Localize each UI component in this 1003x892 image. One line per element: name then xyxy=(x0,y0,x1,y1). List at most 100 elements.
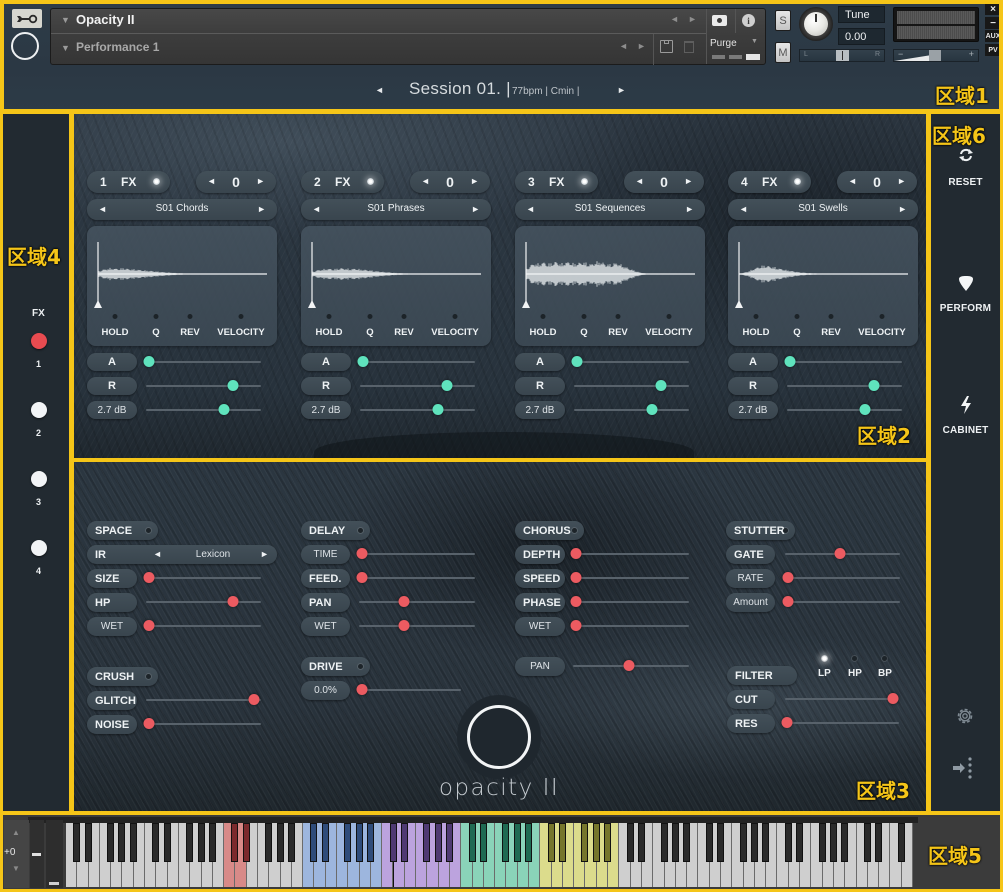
slider-thumb[interactable] xyxy=(248,694,260,705)
slider-thumb[interactable] xyxy=(357,356,369,367)
mute-button[interactable]: M xyxy=(775,42,791,63)
black-key[interactable] xyxy=(107,823,115,862)
rev-toggle-dot[interactable] xyxy=(187,314,193,319)
black-key[interactable] xyxy=(717,823,724,862)
slider-thumb[interactable] xyxy=(570,548,582,559)
black-key[interactable] xyxy=(818,823,826,862)
time-slider[interactable] xyxy=(356,548,475,560)
rev-toggle-dot[interactable] xyxy=(828,314,834,319)
black-key[interactable] xyxy=(660,823,668,862)
hp-slider[interactable] xyxy=(146,596,261,608)
octave-down-arrow[interactable]: ▼ xyxy=(12,864,20,873)
filter-mode-bp[interactable]: BP xyxy=(878,668,892,679)
preset-next-arrow[interactable]: ► xyxy=(685,204,694,214)
black-key[interactable] xyxy=(344,823,352,862)
black-key[interactable] xyxy=(231,823,239,862)
black-key[interactable] xyxy=(581,823,589,862)
black-key[interactable] xyxy=(152,823,160,862)
waveform-display[interactable]: HOLD Q REV VELOCITY xyxy=(301,226,491,346)
delay-toggle[interactable]: DELAY xyxy=(301,521,370,540)
minimize-button[interactable]: − xyxy=(985,17,1001,29)
slider-thumb[interactable] xyxy=(441,380,453,391)
slider-thumb[interactable] xyxy=(887,693,899,704)
velocity-toggle-dot[interactable] xyxy=(879,314,885,319)
black-key[interactable] xyxy=(558,823,566,862)
layer-preset-selector[interactable]: ◄ S01 Swells ► xyxy=(728,199,918,220)
session-prev-button[interactable]: ◄ xyxy=(375,85,384,95)
phase-slider[interactable] xyxy=(570,596,689,608)
black-key[interactable] xyxy=(671,823,679,862)
master-pan-slider[interactable] xyxy=(573,660,689,672)
black-key[interactable] xyxy=(547,823,555,862)
black-key[interactable] xyxy=(287,823,295,862)
preset-next-arrow[interactable]: ► xyxy=(898,204,907,214)
black-key[interactable] xyxy=(875,823,883,862)
layer-preset-selector[interactable]: ◄ S01 Phrases ► xyxy=(301,199,491,220)
attack-slider[interactable] xyxy=(357,356,475,368)
black-key[interactable] xyxy=(129,823,137,862)
q-label[interactable]: Q xyxy=(366,327,373,338)
black-key[interactable] xyxy=(276,823,284,862)
slider-thumb[interactable] xyxy=(143,572,155,583)
chorus-wet-slider[interactable] xyxy=(570,620,689,632)
close-button[interactable]: × xyxy=(985,3,1001,15)
slider-thumb[interactable] xyxy=(781,717,793,728)
chorus-toggle[interactable]: CHORUS xyxy=(515,521,584,540)
attack-slider[interactable] xyxy=(571,356,689,368)
q-toggle-dot[interactable] xyxy=(581,314,587,319)
black-key[interactable] xyxy=(73,823,81,862)
filter-mode-hp[interactable]: HP xyxy=(848,668,862,679)
velocity-toggle-dot[interactable] xyxy=(452,314,458,319)
slider-thumb[interactable] xyxy=(570,620,582,631)
slider-thumb[interactable] xyxy=(398,620,410,631)
rev-label[interactable]: REV xyxy=(608,327,628,338)
velocity-toggle-dot[interactable] xyxy=(238,314,244,319)
volume-slider[interactable]: − + xyxy=(893,49,979,62)
mod-wheel[interactable] xyxy=(46,820,63,888)
black-key[interactable] xyxy=(242,823,250,862)
black-key[interactable] xyxy=(683,823,691,862)
filter-hp-led[interactable] xyxy=(852,656,857,661)
depth-slider[interactable] xyxy=(570,548,689,560)
delay-wet-slider[interactable] xyxy=(359,620,475,632)
instrument-next-arrow[interactable]: ► xyxy=(688,14,697,24)
q-label[interactable]: Q xyxy=(580,327,587,338)
rev-toggle-dot[interactable] xyxy=(615,314,621,319)
hold-label[interactable]: HOLD xyxy=(316,327,343,338)
black-key[interactable] xyxy=(863,823,871,862)
volume-handle[interactable] xyxy=(929,50,941,61)
stutter-toggle[interactable]: STUTTER xyxy=(726,521,795,540)
layer-fx-toggle[interactable]: 3 FX xyxy=(515,171,598,193)
aux-button[interactable]: AUX xyxy=(985,30,1001,42)
slider-thumb[interactable] xyxy=(143,356,155,367)
waveform-display[interactable]: HOLD Q REV VELOCITY xyxy=(87,226,277,346)
pv-button[interactable]: PV xyxy=(985,44,1001,56)
transpose-up-arrow[interactable]: ► xyxy=(897,176,906,186)
output-routing-icon[interactable] xyxy=(952,756,974,780)
black-key[interactable] xyxy=(445,823,453,862)
black-key[interactable] xyxy=(897,823,905,862)
pitch-wheel[interactable] xyxy=(30,820,44,888)
slider-thumb[interactable] xyxy=(570,572,582,583)
fx-slot-2-button[interactable] xyxy=(31,402,47,418)
black-key[interactable] xyxy=(762,823,770,862)
black-key[interactable] xyxy=(513,823,521,862)
preset-next-arrow[interactable]: ► xyxy=(471,204,480,214)
cut-slider[interactable] xyxy=(785,693,899,705)
volume-slider[interactable] xyxy=(574,404,689,416)
black-key[interactable] xyxy=(750,823,758,862)
slider-thumb[interactable] xyxy=(570,596,582,607)
fx-slot-3-button[interactable] xyxy=(31,471,47,487)
slider-thumb[interactable] xyxy=(356,548,368,559)
tune-value[interactable]: 0.00 xyxy=(838,28,885,45)
black-key[interactable] xyxy=(592,823,600,862)
hold-toggle-dot[interactable] xyxy=(112,314,118,319)
instrument-name[interactable]: Opacity II xyxy=(76,12,135,27)
slider-thumb[interactable] xyxy=(432,404,444,415)
snapshot-prev-arrow[interactable]: ◄ xyxy=(619,41,628,51)
q-toggle-dot[interactable] xyxy=(367,314,373,319)
slider-thumb[interactable] xyxy=(356,572,368,583)
black-key[interactable] xyxy=(468,823,476,862)
black-key[interactable] xyxy=(841,823,849,862)
amount-slider[interactable] xyxy=(782,596,900,608)
